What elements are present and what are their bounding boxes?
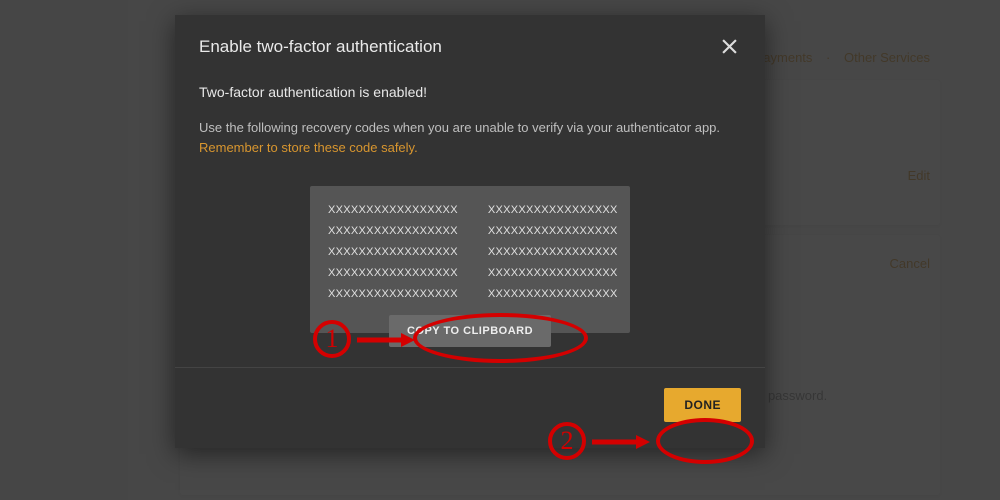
recovery-code: XXXXXXXXXXXXXXXXX xyxy=(488,286,618,303)
modal-footer: DONE xyxy=(175,367,765,448)
modal-body: Two-factor authentication is enabled! Us… xyxy=(175,74,765,367)
recovery-codes-box: XXXXXXXXXXXXXXXXX XXXXXXXXXXXXXXXXX XXXX… xyxy=(310,186,630,333)
recovery-code: XXXXXXXXXXXXXXXXX xyxy=(328,223,458,240)
recovery-code: XXXXXXXXXXXXXXXXX xyxy=(328,265,458,282)
recovery-code: XXXXXXXXXXXXXXXXX xyxy=(328,202,458,219)
modal-header: Enable two-factor authentication xyxy=(175,15,765,74)
recovery-code: XXXXXXXXXXXXXXXXX xyxy=(488,244,618,261)
recovery-code: XXXXXXXXXXXXXXXXX xyxy=(488,223,618,240)
recovery-codes-grid: XXXXXXXXXXXXXXXXX XXXXXXXXXXXXXXXXX XXXX… xyxy=(328,202,612,303)
store-safely-link[interactable]: Remember to store these code safely. xyxy=(199,140,418,155)
close-button[interactable] xyxy=(718,35,741,58)
recovery-code: XXXXXXXXXXXXXXXXX xyxy=(328,244,458,261)
done-button[interactable]: DONE xyxy=(664,388,741,422)
two-factor-modal: Enable two-factor authentication Two-fac… xyxy=(175,15,765,448)
copy-to-clipboard-button[interactable]: COPY TO CLIPBOARD xyxy=(389,315,551,347)
recovery-code: XXXXXXXXXXXXXXXXX xyxy=(488,202,618,219)
enabled-heading: Two-factor authentication is enabled! xyxy=(199,82,741,104)
close-icon xyxy=(722,39,737,54)
instruction-text: Use the following recovery codes when yo… xyxy=(199,118,741,158)
recovery-code: XXXXXXXXXXXXXXXXX xyxy=(328,286,458,303)
recovery-code: XXXXXXXXXXXXXXXXX xyxy=(488,265,618,282)
instruction-prefix: Use the following recovery codes when yo… xyxy=(199,120,720,135)
modal-title: Enable two-factor authentication xyxy=(199,37,442,57)
